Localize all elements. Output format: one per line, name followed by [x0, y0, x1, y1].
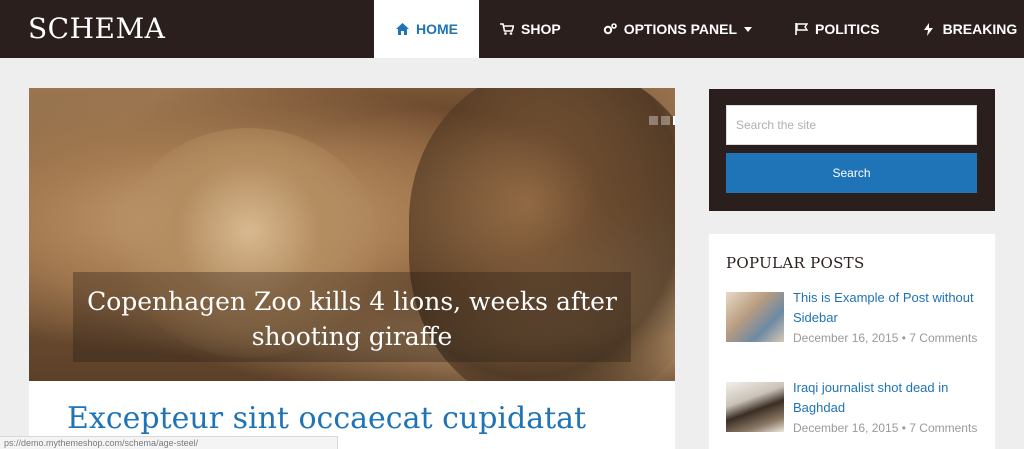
- search-widget: Search: [709, 89, 995, 211]
- popular-posts-widget: POPULAR POSTS This is Example of Post wi…: [709, 234, 995, 449]
- chevron-down-icon: [744, 26, 752, 32]
- slider-pagination: [649, 116, 675, 125]
- nav-item-shop[interactable]: SHOP: [479, 0, 582, 58]
- slider-dot[interactable]: [661, 116, 670, 125]
- nav-item-breaking[interactable]: BREAKING: [901, 0, 1024, 58]
- site-logo[interactable]: SCHEMA: [28, 12, 165, 45]
- post-date: December 16, 2015: [793, 331, 899, 345]
- nav-label-home: HOME: [416, 21, 458, 37]
- nav-label-politics: POLITICS: [815, 21, 880, 37]
- nav-item-home[interactable]: HOME: [374, 0, 479, 58]
- cogs-icon: [603, 22, 617, 36]
- post-meta: December 16, 2015 • 7 Comments: [793, 419, 993, 438]
- post-thumbnail[interactable]: [726, 292, 784, 342]
- bolt-icon: [922, 22, 936, 36]
- post-title[interactable]: This is Example of Post without Sidebar: [793, 288, 993, 328]
- post-title[interactable]: Iraqi journalist shot dead in Baghdad: [793, 378, 993, 418]
- nav-label-options-panel: OPTIONS PANEL: [623, 21, 737, 37]
- post-thumbnail[interactable]: [726, 382, 784, 432]
- post-comments[interactable]: 7 Comments: [909, 421, 977, 435]
- nav-label-breaking: BREAKING: [942, 21, 1018, 37]
- slider-dot[interactable]: [649, 116, 658, 125]
- post-date: December 16, 2015: [793, 421, 899, 435]
- popular-posts-title: POPULAR POSTS: [726, 254, 865, 272]
- slide-caption[interactable]: Copenhagen Zoo kills 4 lions, weeks afte…: [73, 272, 631, 362]
- search-input[interactable]: [726, 105, 977, 145]
- slide-caption-text[interactable]: Copenhagen Zoo kills 4 lions, weeks afte…: [73, 272, 631, 354]
- nav-label-shop: SHOP: [521, 21, 561, 37]
- main-nav: HOME SHOP OPTIONS PANEL POLITICS BREAKIN…: [374, 0, 1024, 58]
- home-icon: [395, 22, 409, 36]
- flag-icon: [794, 22, 808, 36]
- cart-icon: [500, 22, 514, 36]
- featured-slider[interactable]: Copenhagen Zoo kills 4 lions, weeks afte…: [29, 88, 675, 381]
- top-header: SCHEMA HOME SHOP OPTIONS PANEL POLITICS: [0, 0, 1024, 58]
- post-meta: December 16, 2015 • 7 Comments: [793, 329, 993, 348]
- article-title[interactable]: Excepteur sint occaecat cupidatat: [67, 401, 586, 436]
- post-comments[interactable]: 7 Comments: [909, 331, 977, 345]
- search-button[interactable]: Search: [726, 153, 977, 193]
- slider-dot-active[interactable]: [673, 116, 675, 125]
- nav-item-options-panel[interactable]: OPTIONS PANEL: [582, 0, 773, 58]
- nav-item-politics[interactable]: POLITICS: [773, 0, 901, 58]
- status-bar-url: ps://demo.mythemeshop.com/schema/age-ste…: [0, 436, 338, 449]
